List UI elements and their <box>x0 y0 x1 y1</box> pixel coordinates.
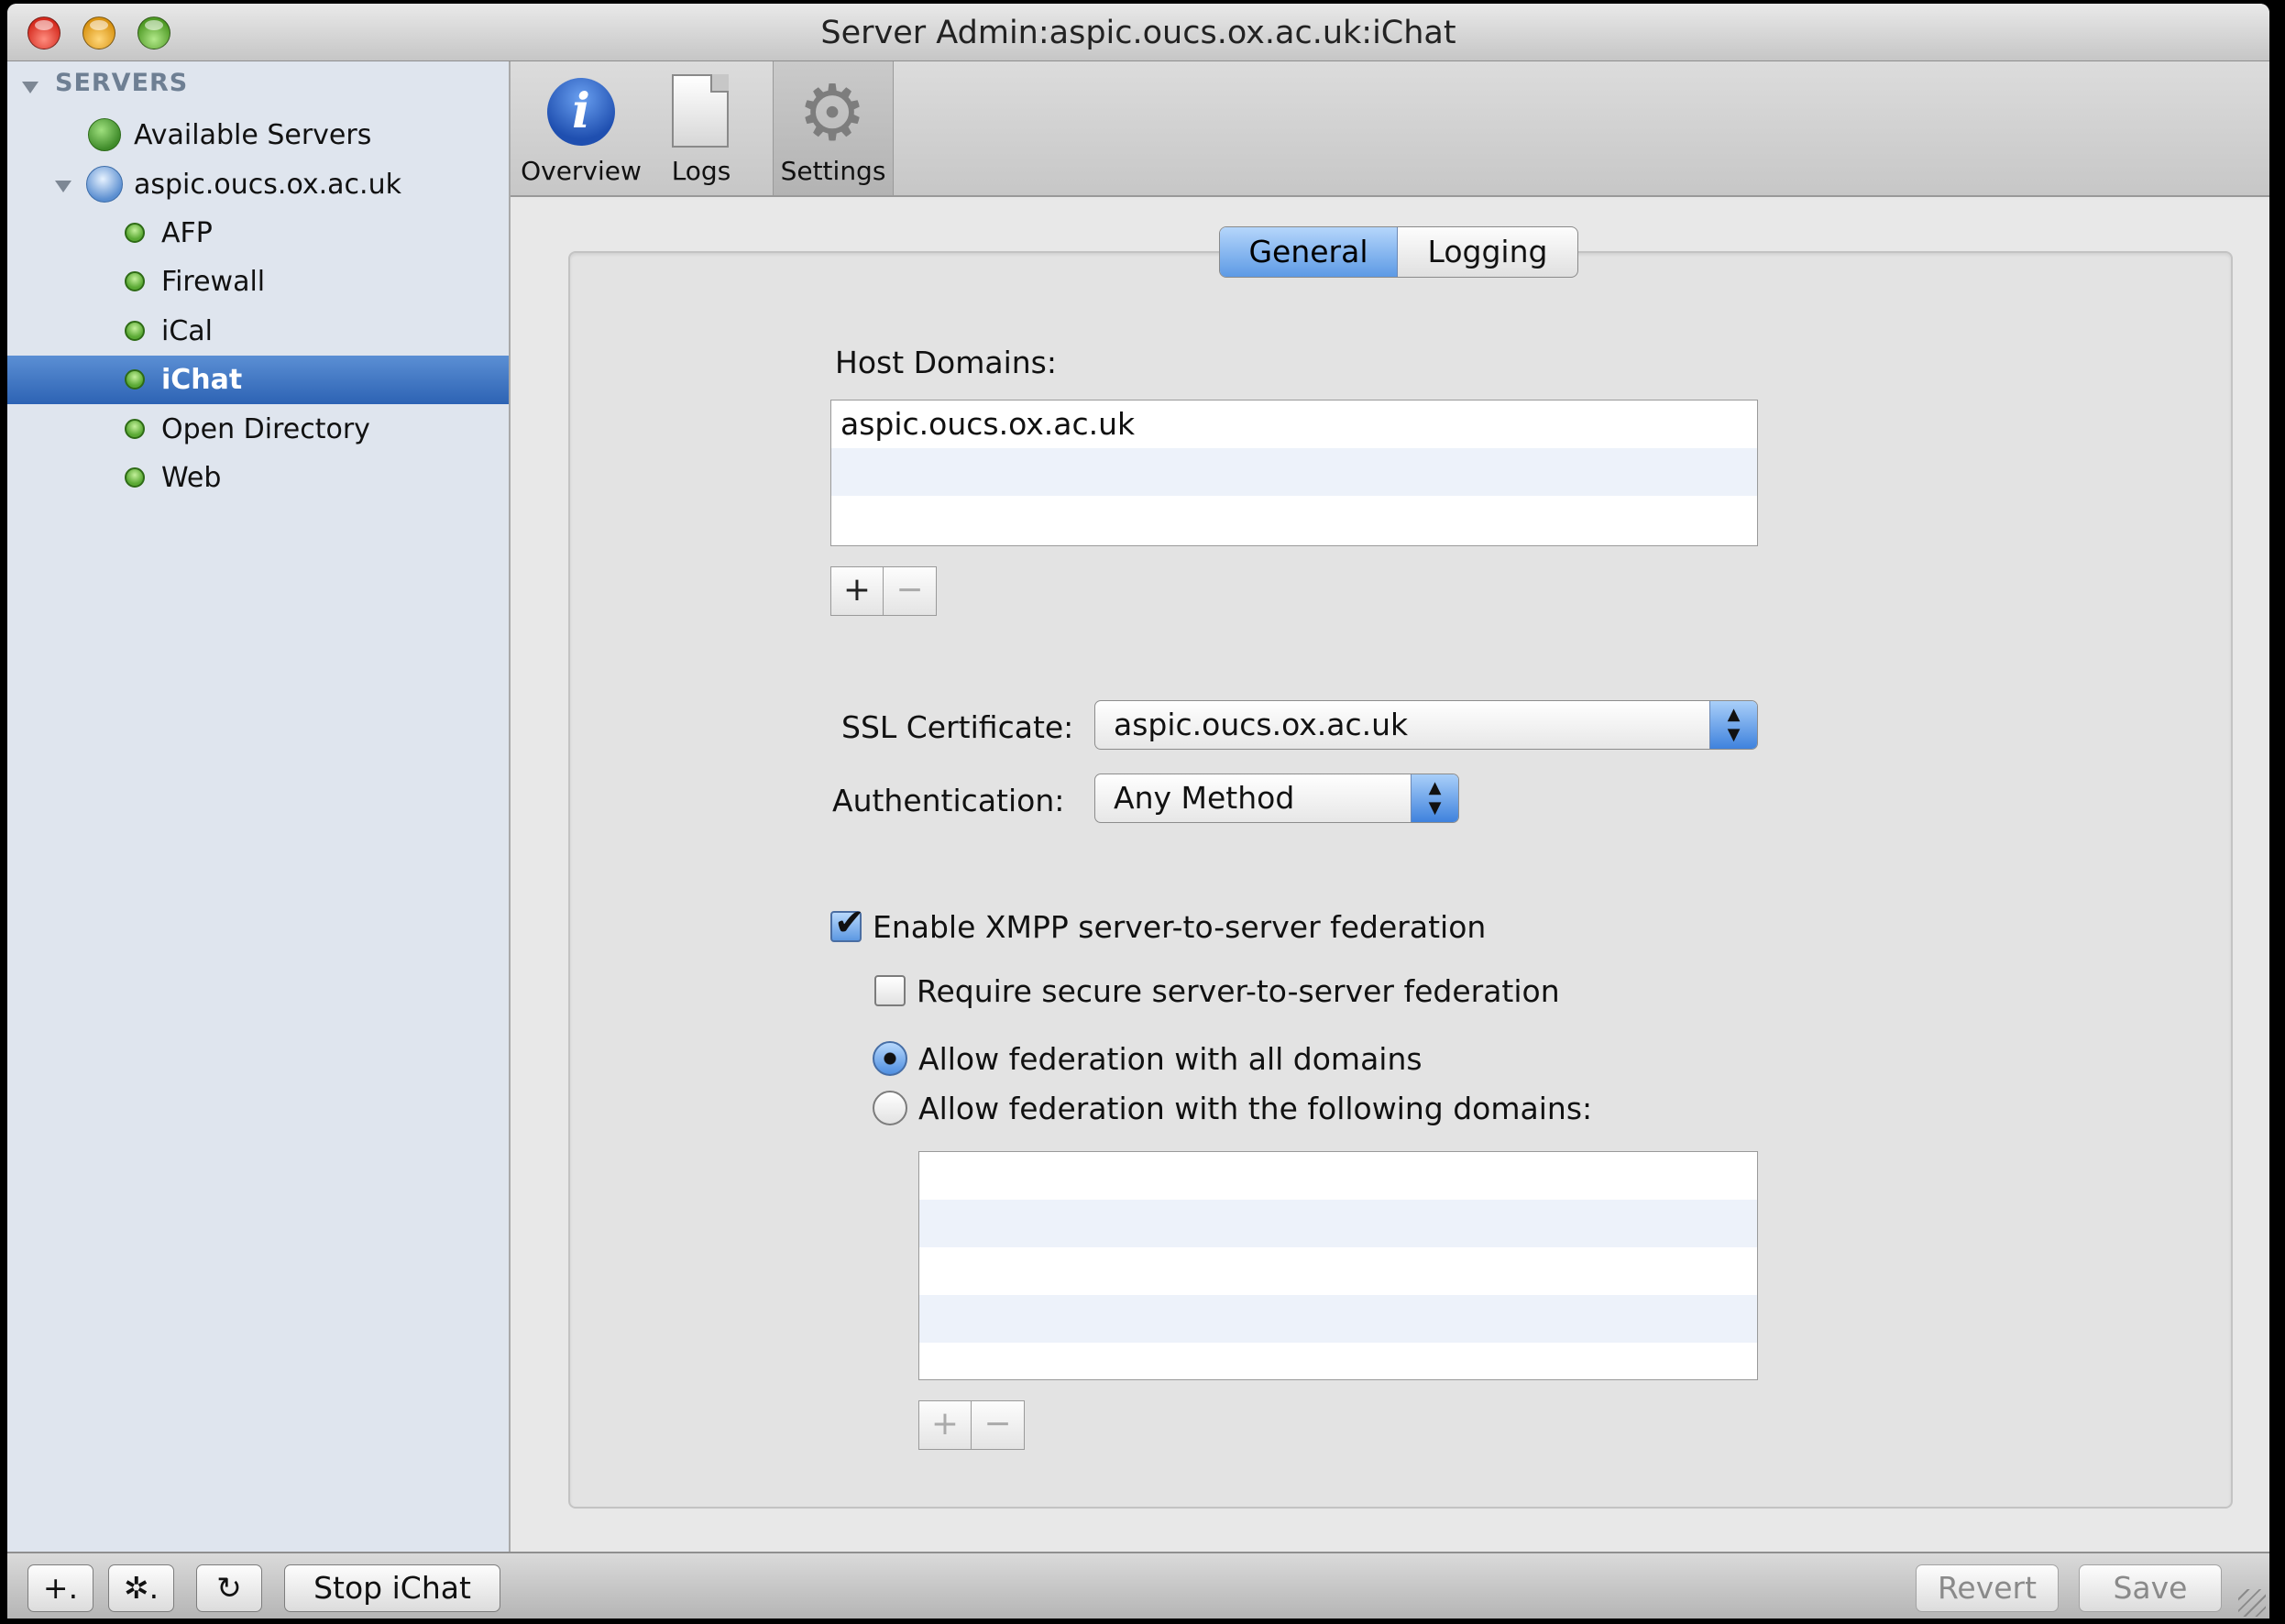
list-item[interactable]: aspic.oucs.ox.ac.uk <box>831 401 1757 448</box>
gear-icon: ⚙ <box>797 68 867 158</box>
sidebar-item-ichat[interactable]: iChat <box>7 356 509 404</box>
require-secure-checkbox[interactable] <box>874 975 906 1006</box>
title-bar: Server Admin:aspic.oucs.ox.ac.uk:iChat <box>7 4 2269 61</box>
allow-all-domains-label: Allow federation with all domains <box>918 1041 1423 1077</box>
status-running-icon <box>125 271 145 291</box>
toolbar-overview-button[interactable]: i Overview <box>520 61 643 195</box>
sidebar-item-ical[interactable]: iCal <box>7 307 509 356</box>
enable-federation-checkbox[interactable] <box>830 902 865 944</box>
save-button[interactable]: Save <box>2079 1564 2222 1612</box>
list-item[interactable] <box>919 1152 1757 1200</box>
allow-following-domains-radio[interactable] <box>873 1091 907 1125</box>
add-server-button[interactable]: +. <box>27 1564 93 1612</box>
document-icon <box>672 74 729 148</box>
sidebar-item-label: iChat <box>161 364 243 396</box>
refresh-button[interactable]: ↻ <box>196 1564 262 1612</box>
toolbar-label: Logs <box>671 156 731 186</box>
sidebar-item-label: Available Servers <box>134 119 372 151</box>
servers-section-title: SERVERS <box>55 69 189 97</box>
host-domains-label: Host Domains: <box>835 345 1057 380</box>
ssl-certificate-value: aspic.oucs.ox.ac.uk <box>1114 707 1409 742</box>
popup-arrows-icon: ▲ ▼ <box>1411 774 1458 822</box>
authentication-select[interactable]: Any Method ▲ ▼ <box>1094 774 1459 823</box>
sidebar-item-available-servers[interactable]: Available Servers <box>7 111 509 159</box>
host-domains-add-remove: + − <box>830 566 937 616</box>
list-item[interactable] <box>919 1200 1757 1247</box>
toolbar-settings-button[interactable]: ⚙ Settings <box>773 61 894 195</box>
add-federation-domain-button[interactable]: + <box>918 1400 972 1450</box>
ssl-certificate-select[interactable]: aspic.oucs.ox.ac.uk ▲ ▼ <box>1094 700 1758 750</box>
stop-service-button[interactable]: Stop iChat <box>284 1564 500 1612</box>
list-item[interactable] <box>919 1247 1757 1295</box>
sidebar-item-open-directory[interactable]: Open Directory <box>7 405 509 454</box>
ssl-certificate-label: SSL Certificate: <box>841 709 1074 745</box>
sidebar-item-server[interactable]: aspic.oucs.ox.ac.uk <box>7 160 509 209</box>
allow-all-domains-radio[interactable] <box>873 1041 907 1076</box>
sidebar-item-firewall[interactable]: Firewall <box>7 258 509 306</box>
status-running-icon <box>125 223 145 243</box>
info-icon: i <box>547 78 615 146</box>
remove-host-domain-button[interactable]: − <box>884 566 937 616</box>
toolbar-label: Overview <box>521 156 642 186</box>
list-item[interactable] <box>919 1343 1757 1379</box>
sidebar-item-afp[interactable]: AFP <box>7 209 509 258</box>
status-running-icon <box>125 321 145 341</box>
popup-arrows-icon: ▲ ▼ <box>1709 701 1757 749</box>
settings-tabs: General Logging <box>1219 226 1578 278</box>
sidebar-item-label: Firewall <box>161 266 266 298</box>
servers-sidebar: SERVERS Available Servers aspic.oucs.ox.… <box>7 61 511 1552</box>
toolbar-label: Settings <box>780 156 886 186</box>
status-running-icon <box>125 369 145 390</box>
toolbar-logs-button[interactable]: Logs <box>648 61 754 195</box>
status-running-icon <box>125 467 145 488</box>
enable-federation-label: Enable XMPP server-to-server federation <box>873 909 1487 945</box>
sidebar-item-label: Open Directory <box>161 413 370 445</box>
revert-button[interactable]: Revert <box>1916 1564 2059 1612</box>
server-icon <box>86 166 123 203</box>
status-running-icon <box>125 419 145 439</box>
tab-logging[interactable]: Logging <box>1398 227 1577 277</box>
allow-following-domains-label: Allow federation with the following doma… <box>918 1091 1593 1126</box>
require-secure-label: Require secure server-to-server federati… <box>917 973 1560 1009</box>
servers-disclosure-icon[interactable] <box>22 82 38 93</box>
sidebar-item-web[interactable]: Web <box>7 454 509 502</box>
authentication-value: Any Method <box>1114 780 1295 816</box>
list-item[interactable] <box>919 1295 1757 1343</box>
add-host-domain-button[interactable]: + <box>830 566 884 616</box>
federation-domains-add-remove: + − <box>918 1400 1025 1450</box>
sidebar-item-label: AFP <box>161 217 213 249</box>
host-domains-list[interactable]: aspic.oucs.ox.ac.uk <box>830 400 1758 546</box>
network-globe-icon <box>88 118 121 151</box>
authentication-label: Authentication: <box>832 783 1065 818</box>
remove-federation-domain-button[interactable]: − <box>972 1400 1025 1450</box>
federation-domains-list[interactable] <box>918 1151 1758 1380</box>
resize-grip-icon[interactable] <box>2238 1589 2266 1617</box>
tab-general[interactable]: General <box>1220 227 1398 277</box>
action-menu-button[interactable]: ✲. <box>108 1564 174 1612</box>
server-admin-window: Server Admin:aspic.oucs.ox.ac.uk:iChat S… <box>7 4 2269 1619</box>
bottom-bar: +. ✲. ↻ Stop iChat Revert Save <box>7 1552 2269 1619</box>
sidebar-item-label: Web <box>161 462 222 494</box>
list-item[interactable] <box>831 496 1757 543</box>
server-disclosure-icon[interactable] <box>55 181 71 192</box>
list-item[interactable] <box>831 448 1757 496</box>
toolbar: i Overview Logs ⚙ Settings <box>511 61 2269 197</box>
window-title: Server Admin:aspic.oucs.ox.ac.uk:iChat <box>820 15 1456 51</box>
sidebar-item-label: aspic.oucs.ox.ac.uk <box>134 169 401 201</box>
sidebar-item-label: iCal <box>161 315 214 347</box>
